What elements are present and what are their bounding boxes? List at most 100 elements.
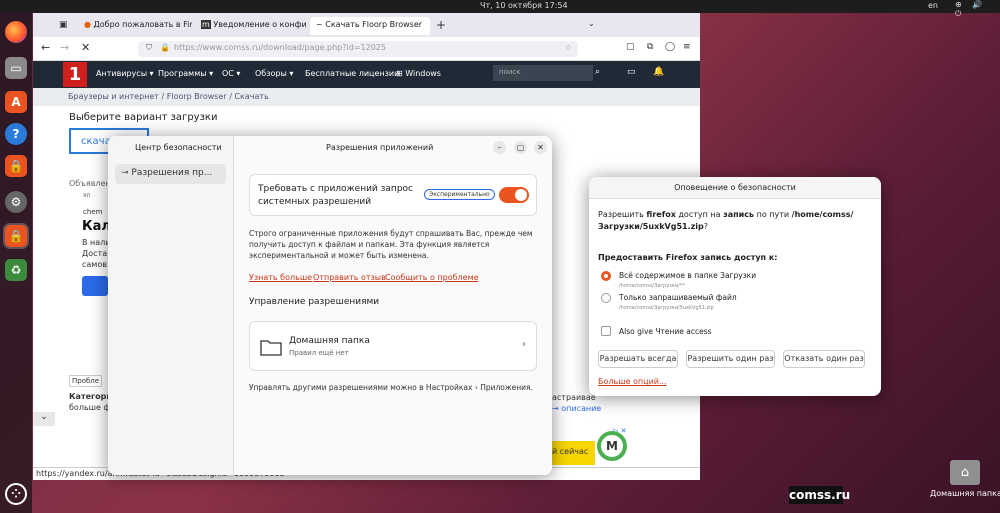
tab-list-icon[interactable]: ▣ [59, 20, 68, 30]
folder-subtitle: Правил ещё нет [289, 349, 349, 357]
chat-icon[interactable]: ▭ [627, 67, 636, 77]
right-text-2[interactable]: → описание [552, 404, 601, 413]
back-icon[interactable]: ← [41, 41, 50, 54]
option-all-folder-path: /home/comss/Загрузки/** [619, 283, 685, 289]
settings-icon[interactable]: ⚙ [5, 191, 27, 213]
close-button[interactable]: ✕ [534, 141, 547, 154]
files-icon[interactable]: ▭ [5, 57, 27, 79]
ad-brand: chem [83, 208, 103, 216]
menu-icon[interactable]: ≡ [683, 42, 691, 52]
navigation-bar: ← → ✕ ⛉ 🔒 https://www.comss.ru/download/… [33, 37, 700, 61]
grant-label: Предоставить Firefox запись доступ к: [598, 253, 778, 262]
home-folder-label: Домашняя папка [930, 489, 1000, 498]
problem-label[interactable]: Пробле [69, 375, 103, 387]
firefox-icon[interactable] [5, 21, 27, 43]
security-center-window: Центр безопасности ⊸ Разрешения пр... Ра… [108, 136, 552, 475]
option-single-file-path: /home/comss/Загрузки/5uxkVg51.zip [619, 305, 714, 311]
feature-description: Строго ограниченные приложения будут спр… [249, 229, 533, 260]
security-center-title: Центр безопасности [135, 143, 222, 152]
folder-icon [260, 340, 282, 356]
ad-cta-button[interactable] [82, 276, 108, 296]
minimize-button[interactable]: – [493, 141, 506, 154]
home-folder-icon: ⌂ [950, 460, 980, 485]
security-center-icon[interactable]: 🔒 [5, 155, 27, 177]
permission-toggle[interactable] [499, 187, 529, 203]
ad-line-2: Доста [82, 249, 108, 258]
account-icon[interactable]: ◯ [665, 42, 675, 52]
clock[interactable]: Чт, 10 октября 17:54 [480, 1, 568, 10]
maximize-button[interactable]: ▢ [514, 141, 527, 154]
manage-title: Управление разрешениями [249, 297, 380, 307]
read-access-label[interactable]: Also give Чтение access [619, 327, 712, 336]
bell-icon[interactable]: 🔔 [653, 67, 664, 77]
notification-message: Разрешить firefox доступ на запись по пу… [598, 210, 854, 231]
security-notification-dialog: Оповещение о безопасности Разрешить fire… [589, 177, 881, 396]
shield-icon: ⛉ [146, 43, 152, 52]
lock-icon: 🔒 [160, 43, 170, 52]
ad-logo[interactable]: M [597, 431, 627, 461]
menu-free-licenses[interactable]: Бесплатные лицензии [305, 69, 399, 78]
tab-privacy[interactable]: m Уведомление о конфид [195, 17, 307, 35]
send-feedback-link[interactable]: Отправить отзыв [313, 273, 386, 282]
dock: ▭ A ? 🔒 ⚙ 🔒 ♻ ⁘ [0, 13, 32, 513]
app-permissions-panel: Разрешения приложений – ▢ ✕ Требовать с … [234, 136, 552, 475]
sidebar-item-permissions[interactable]: ⊸ Разрешения пр... [115, 164, 226, 184]
desktop-home-folder[interactable]: ⌂ Домашняя папка [930, 460, 1000, 502]
deny-once-button[interactable]: Отказать один раз [783, 350, 865, 368]
menu-reviews[interactable]: Обзоры ▾ [255, 69, 293, 78]
allow-always-button[interactable]: Разрешать всегда [598, 350, 678, 368]
security-center-active-icon[interactable]: 🔒 [3, 223, 29, 249]
read-access-checkbox[interactable] [601, 326, 611, 336]
learn-more-link[interactable]: Узнать больше [249, 273, 312, 282]
show-apps-icon[interactable]: ⁘ [5, 483, 27, 505]
tab-welcome[interactable]: ● Добро пожаловать в Fire [78, 17, 192, 35]
firefox-tab-icon: ● [84, 20, 94, 29]
windows-icon: ⊞ [396, 69, 406, 78]
report-problem-link[interactable]: Сообщить о проблеме [385, 273, 479, 282]
ad-action-button[interactable]: й сейчас [552, 441, 595, 465]
menu-windows[interactable]: ⊞ Windows [396, 69, 441, 78]
system-tray-icons[interactable]: ⊕ 🔊 ⏻ [955, 0, 1000, 19]
search-icon[interactable]: ⌕ [595, 67, 600, 77]
trash-icon[interactable]: ♻ [5, 259, 27, 281]
stop-icon[interactable]: ✕ [81, 41, 90, 54]
new-tab-button[interactable]: + [436, 18, 446, 32]
menu-os[interactable]: ОС ▾ [222, 69, 240, 78]
tab-floorp-download[interactable]: ~ Скачать Floorp Browser [310, 17, 430, 35]
menu-programs[interactable]: Программы ▾ [158, 69, 213, 78]
site-logo[interactable]: 1 [63, 62, 87, 87]
extensions-icon[interactable]: ⧉ [647, 42, 653, 52]
ad-small-text: яп [83, 192, 91, 199]
site-search-input[interactable]: поиск [493, 65, 593, 81]
tab-strip: ▣ ● Добро пожаловать в Fire m Уведомлени… [33, 13, 700, 37]
app-center-icon[interactable]: A [5, 91, 27, 113]
allow-once-button[interactable]: Разрешить один раз [686, 350, 775, 368]
pocket-icon[interactable]: ▢ [626, 42, 635, 52]
list-all-tabs-icon[interactable]: ⌄ [588, 19, 595, 28]
url-bar[interactable]: ⛉ 🔒 https://www.comss.ru/download/page.p… [138, 41, 578, 57]
folder-title: Домашняя папка [289, 336, 370, 346]
option-single-file[interactable]: Только запрашиваемый файл [619, 293, 737, 302]
key-icon: ⊸ [121, 168, 132, 178]
menu-antivirus[interactable]: Антивирусы ▾ [96, 69, 154, 78]
expand-icon[interactable]: ⌄ [33, 412, 55, 426]
url-text: https://www.comss.ru/download/page.php?i… [174, 43, 386, 52]
ad-line-1: В нали [82, 238, 111, 247]
radio-all-folder[interactable] [601, 271, 611, 281]
more-options-link[interactable]: Больше опций... [598, 377, 667, 386]
panel-title: Разрешения приложений [326, 143, 434, 152]
bookmark-star-icon[interactable]: ☆ [565, 43, 572, 52]
home-folder-row[interactable]: Домашняя папка Правил ещё нет › [249, 321, 537, 371]
option-all-folder[interactable]: Всё содержимое в папке Загрузки [619, 271, 756, 280]
keyboard-layout[interactable]: en [928, 1, 938, 10]
help-icon[interactable]: ? [5, 123, 27, 145]
choose-title: Выберите вариант загрузки [69, 112, 218, 123]
top-bar: Чт, 10 октября 17:54 en ⊕ 🔊 ⏻ [0, 0, 1000, 18]
toggle-label: Требовать с приложений запрос системных … [258, 184, 413, 207]
security-center-sidebar: Центр безопасности ⊸ Разрешения пр... [108, 136, 234, 475]
radio-single-file[interactable] [601, 293, 611, 303]
breadcrumb[interactable]: Браузеры и интернет / Floorp Browser / С… [33, 88, 700, 106]
m-tab-icon: m [201, 20, 211, 29]
forward-icon[interactable]: → [60, 41, 69, 54]
loading-icon: ~ [316, 20, 326, 29]
